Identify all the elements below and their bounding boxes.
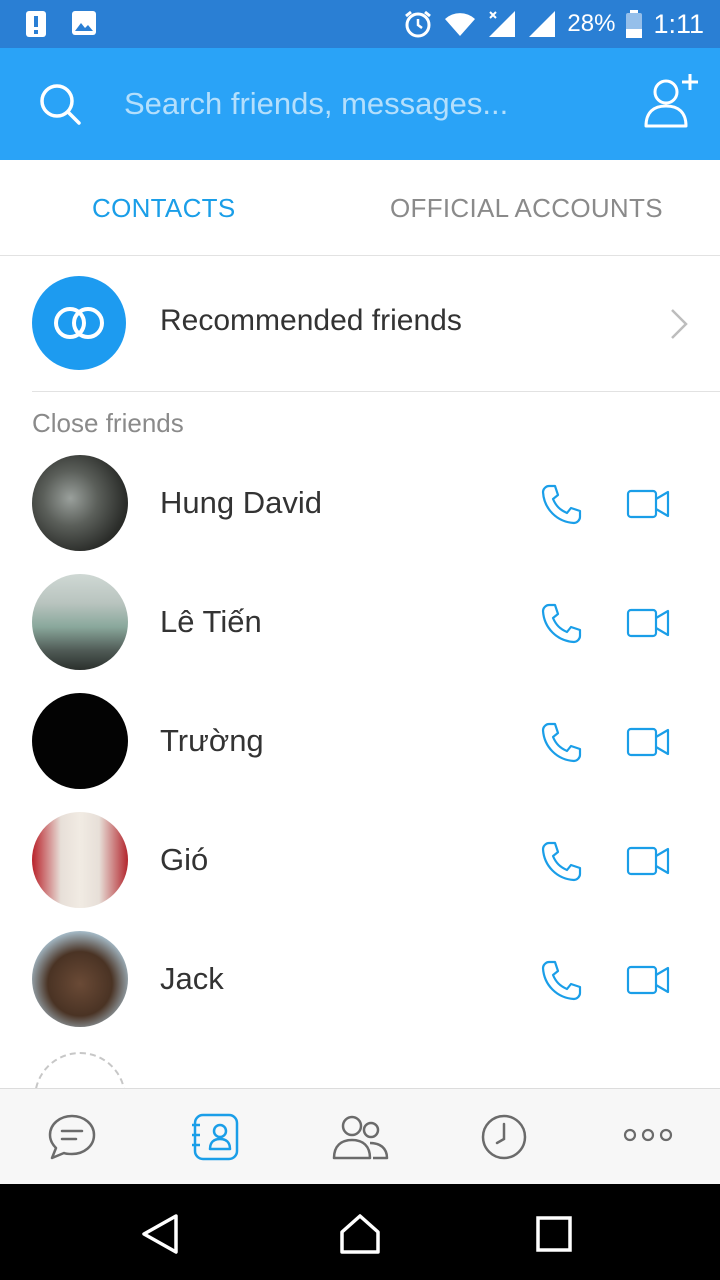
close-friends-header: Close friends (32, 408, 184, 438)
recommended-friends-avatar (32, 276, 126, 370)
more-icon[interactable] (622, 1111, 674, 1163)
alert-icon (26, 11, 46, 37)
contact-name: Trường (160, 723, 264, 758)
phone-icon[interactable] (540, 602, 582, 644)
clock: 1:11 (653, 8, 704, 39)
status-bar: 28% 1:11 (0, 0, 720, 48)
bottom-tab-bar (0, 1088, 720, 1184)
tab-contacts[interactable]: CONTACTS (92, 160, 235, 256)
phone-icon[interactable] (540, 840, 582, 882)
avatar (32, 812, 128, 908)
signal-x-icon (489, 11, 516, 37)
groups-icon[interactable] (330, 1111, 390, 1163)
app-header (0, 48, 720, 160)
contact-name: Lê Tiến (160, 604, 262, 639)
messages-icon[interactable] (46, 1111, 98, 1163)
contacts-icon[interactable] (190, 1111, 242, 1163)
recent-apps-icon[interactable] (532, 1212, 576, 1256)
battery-icon (626, 10, 643, 38)
contact-name: Hung David (160, 485, 322, 520)
avatar (32, 574, 128, 670)
linked-rings-icon (54, 307, 104, 339)
wifi-icon (445, 13, 476, 36)
signal-icon (529, 11, 556, 37)
phone-icon[interactable] (540, 483, 582, 525)
alarm-icon (405, 10, 432, 38)
search-input[interactable] (124, 76, 604, 132)
system-navigation-bar (0, 1184, 720, 1280)
video-call-icon[interactable] (626, 844, 670, 878)
recommended-friends-row[interactable]: Recommended friends (0, 256, 720, 392)
add-friend-icon[interactable] (640, 72, 700, 132)
home-icon[interactable] (338, 1212, 382, 1256)
contact-row[interactable]: Gió (0, 812, 720, 931)
search-icon[interactable] (36, 80, 84, 128)
avatar (32, 455, 128, 551)
contact-row[interactable]: Lê Tiến (0, 574, 720, 693)
contact-row[interactable]: Jack (0, 931, 720, 1050)
chevron-right-icon (671, 309, 688, 339)
video-call-icon[interactable] (626, 725, 670, 759)
tab-official-accounts[interactable]: OFFICIAL ACCOUNTS (390, 160, 663, 256)
phone-icon[interactable] (540, 959, 582, 1001)
avatar (32, 931, 128, 1027)
contacts-tabs: CONTACTS OFFICIAL ACCOUNTS (0, 160, 720, 256)
contact-row[interactable]: Hung David (0, 455, 720, 574)
divider (32, 391, 720, 392)
contact-name: Gió (160, 842, 209, 877)
timeline-clock-icon[interactable] (478, 1111, 530, 1163)
video-call-icon[interactable] (626, 963, 670, 997)
contact-name: Jack (160, 961, 224, 996)
phone-icon[interactable] (540, 721, 582, 763)
video-call-icon[interactable] (626, 487, 670, 521)
gallery-icon (72, 11, 96, 35)
contact-row[interactable]: Trường (0, 693, 720, 812)
battery-percent: 28% (567, 10, 616, 37)
avatar (32, 693, 128, 789)
recommended-friends-label: Recommended friends (160, 304, 462, 337)
video-call-icon[interactable] (626, 606, 670, 640)
back-icon[interactable] (138, 1212, 182, 1256)
